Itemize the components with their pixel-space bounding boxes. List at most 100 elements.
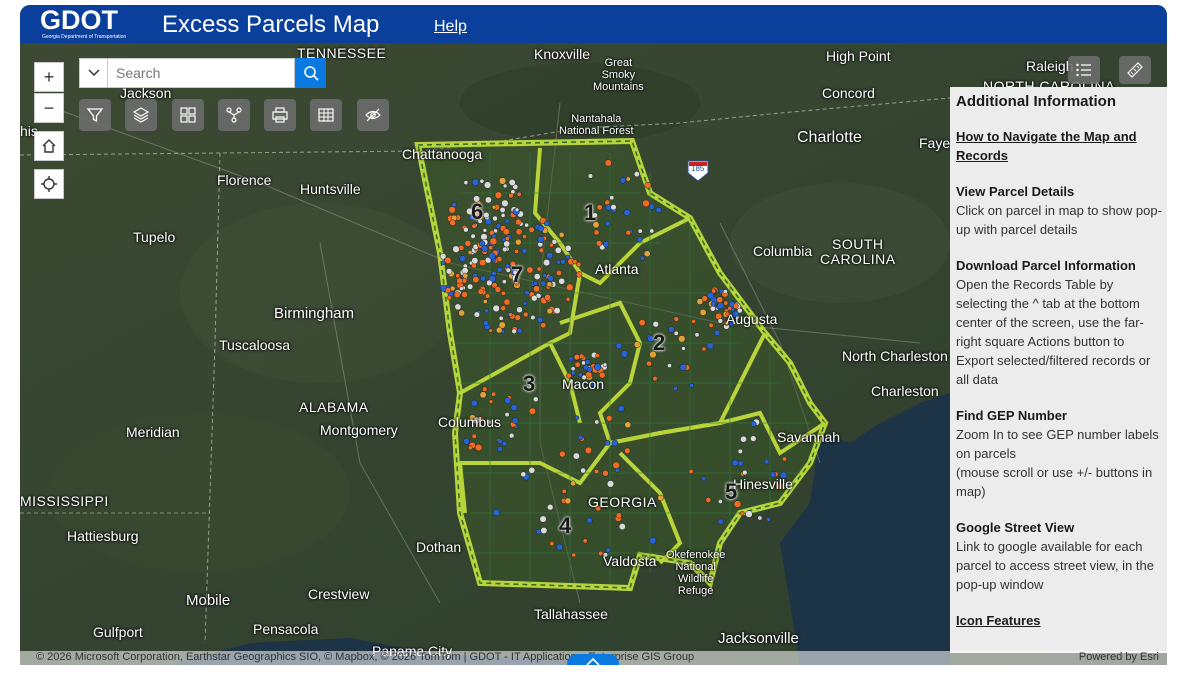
parcel-marker[interactable] [526,266,534,274]
parcel-marker[interactable] [452,245,460,253]
parcel-marker[interactable] [491,270,497,277]
parcel-marker[interactable] [657,494,664,502]
parcel-marker[interactable] [495,326,503,334]
parcel-marker[interactable] [482,386,488,392]
layers-button[interactable] [125,99,157,131]
parcel-marker[interactable] [757,515,763,521]
parcel-marker[interactable] [593,229,600,236]
parcel-marker[interactable] [470,233,476,239]
parcel-marker[interactable] [551,239,558,245]
parcel-marker[interactable] [646,360,652,367]
parcel-marker[interactable] [565,254,571,260]
parcel-marker[interactable] [554,246,562,254]
parcel-marker[interactable] [633,341,641,348]
parcel-marker[interactable] [673,330,679,336]
parcel-marker[interactable] [511,328,517,334]
parcel-marker[interactable] [540,280,547,287]
parcel-marker[interactable] [714,329,721,336]
parcel-marker[interactable] [711,288,717,294]
parcel-marker[interactable] [463,180,469,185]
parcel-marker[interactable] [488,328,493,333]
parcel-marker[interactable] [737,448,743,454]
parcel-marker[interactable] [624,447,631,454]
parcel-marker[interactable] [546,252,554,260]
parcel-marker[interactable] [619,177,627,184]
parcel-marker[interactable] [500,305,506,311]
parcel-marker[interactable] [502,279,507,285]
search-source-dropdown[interactable] [79,58,108,88]
parcel-marker[interactable] [471,257,479,265]
filter-button[interactable] [79,99,111,131]
parcel-marker[interactable] [533,280,538,286]
parcel-marker[interactable] [643,250,651,258]
parcel-marker[interactable] [481,245,489,252]
parcel-marker[interactable] [491,391,497,397]
parcel-marker[interactable] [723,289,728,294]
parcel-marker[interactable] [602,470,609,477]
parcel-marker[interactable] [491,205,497,210]
parcel-marker[interactable] [498,177,507,185]
parcel-marker[interactable] [524,290,530,296]
parcel-marker[interactable] [688,469,694,475]
parcel-marker[interactable] [482,228,488,233]
parcel-marker[interactable] [594,419,600,425]
parcel-marker[interactable] [716,296,724,304]
home-button[interactable] [34,131,64,161]
map-view[interactable]: TENNESSEE Knoxville Great Smoky Mountain… [20,43,1167,665]
parcel-marker[interactable] [611,439,619,447]
parcel-marker[interactable] [539,515,547,523]
parcel-marker[interactable] [571,370,576,376]
parcel-marker[interactable] [694,332,700,338]
parcel-marker[interactable] [528,226,535,233]
parcel-marker[interactable] [504,397,512,405]
parcel-marker[interactable] [486,279,493,287]
parcel-marker[interactable] [570,366,576,372]
parcel-marker[interactable] [595,353,600,358]
parcel-marker[interactable] [533,273,541,280]
parcel-marker[interactable] [609,195,615,201]
parcel-marker[interactable] [528,466,536,474]
parcel-marker[interactable] [494,191,503,199]
parcel-marker[interactable] [439,253,447,260]
parcel-marker[interactable] [549,541,555,547]
parcel-marker[interactable] [727,306,733,311]
parcel-marker[interactable] [739,510,745,516]
parcel-marker[interactable] [546,281,553,287]
parcel-marker[interactable] [652,376,658,382]
parcel-marker[interactable] [644,181,652,189]
parcel-marker[interactable] [625,176,631,182]
parcel-marker[interactable] [480,275,487,282]
parcel-marker[interactable] [516,306,523,313]
parcel-marker[interactable] [615,342,623,350]
parcel-marker[interactable] [604,199,611,206]
parcel-marker[interactable] [782,456,787,462]
parcel-marker[interactable] [614,467,620,473]
parcel-marker[interactable] [522,311,529,318]
parcel-marker[interactable] [497,267,503,273]
parcel-marker[interactable] [584,359,591,365]
parcel-marker[interactable] [484,293,491,299]
parcel-marker[interactable] [593,363,602,371]
parcel-marker[interactable] [553,307,561,315]
parcel-marker[interactable] [502,228,510,236]
parcel-marker[interactable] [558,232,565,238]
parcel-marker[interactable] [448,206,456,214]
parcel-marker[interactable] [464,240,472,247]
parcel-marker[interactable] [508,312,513,318]
parcel-marker[interactable] [546,307,553,315]
parcel-marker[interactable] [488,252,496,260]
parcel-marker[interactable] [522,301,528,306]
parcel-marker[interactable] [570,480,576,487]
parcel-marker[interactable] [522,234,527,239]
parcel-marker[interactable] [604,159,612,167]
parcel-marker[interactable] [709,305,716,312]
parcel-marker[interactable] [624,421,632,429]
parcel-marker[interactable] [750,421,757,427]
parcel-marker[interactable] [514,249,519,254]
parcel-marker[interactable] [516,327,523,334]
parcel-marker[interactable] [623,209,631,217]
parcel-marker[interactable] [471,433,477,439]
parcel-marker[interactable] [701,346,707,352]
parcel-marker[interactable] [636,236,643,243]
parcel-marker[interactable] [576,261,582,268]
